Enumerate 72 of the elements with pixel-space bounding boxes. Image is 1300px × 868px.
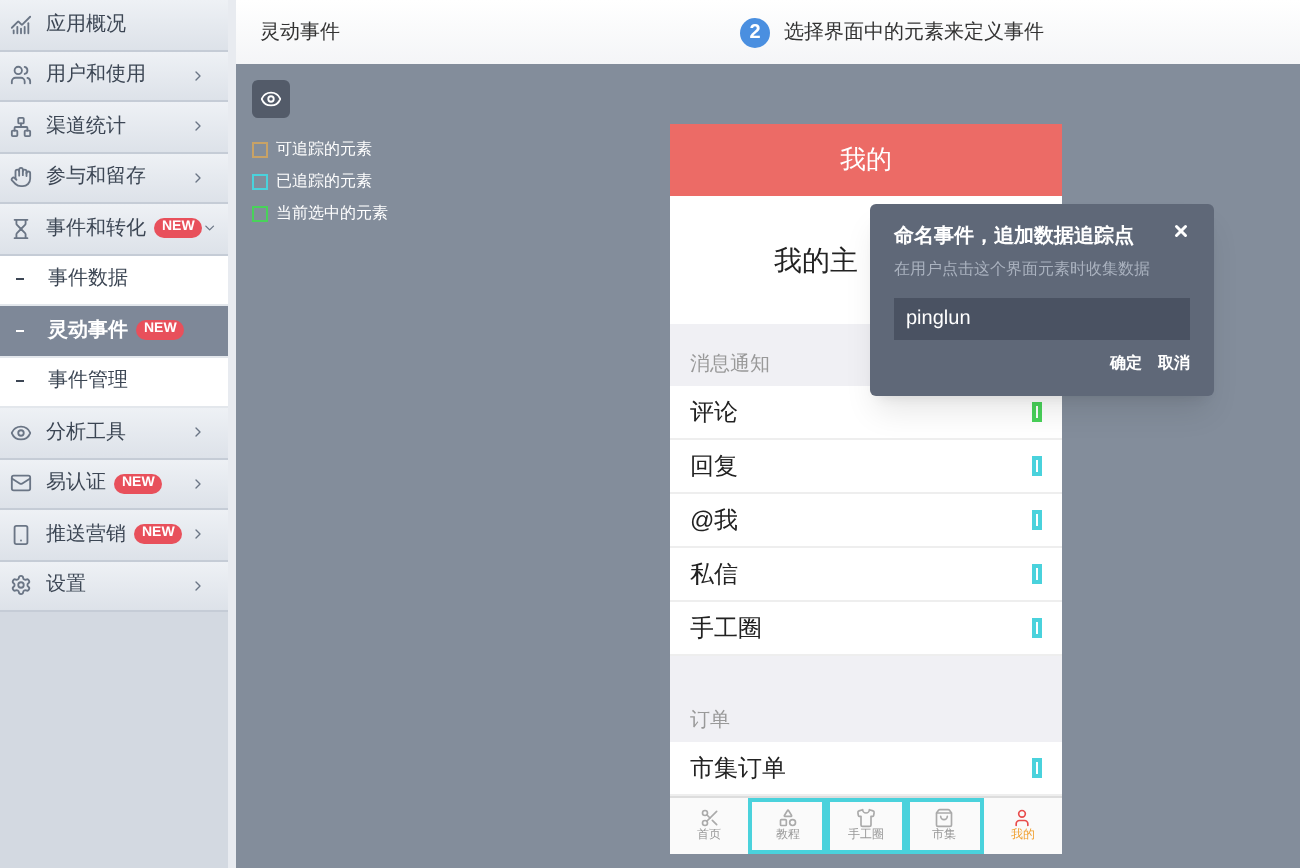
eye-icon — [10, 421, 32, 444]
dialog-button[interactable]: 取消 — [1158, 352, 1190, 376]
network-icon — [10, 115, 32, 138]
phone-title: 我的 — [840, 142, 892, 179]
sidebar-label: 事件管理 — [48, 367, 128, 397]
user-icon — [1012, 807, 1033, 827]
settings-icon — [10, 574, 32, 597]
event-name-field[interactable]: pinglun — [894, 298, 1190, 340]
sidebar-item[interactable]: 渠道统计 — [0, 102, 228, 153]
sidebar-item[interactable]: 参与和留存 — [0, 153, 228, 204]
eye-icon — [260, 88, 282, 110]
caret-icon — [190, 118, 206, 135]
mail-icon — [10, 472, 32, 495]
close-icon[interactable] — [1172, 222, 1190, 240]
sidebar-item[interactable]: 设置 — [0, 561, 228, 612]
row-label: @我 — [690, 504, 741, 538]
sidebar-item[interactable]: 用户和使用 — [0, 51, 228, 102]
users-icon — [10, 64, 32, 87]
chart-icon — [10, 13, 32, 36]
phone-icon — [10, 523, 32, 546]
legend-label: 已追踪的元素 — [276, 170, 372, 194]
menu-row[interactable]: @我 — [670, 494, 1062, 548]
menu-row[interactable]: 评论 — [670, 386, 1062, 440]
sidebar-item[interactable]: 应用概况 — [0, 0, 228, 51]
sidebar-label: 分析工具 — [46, 419, 126, 448]
sidebar-label: 易认证 — [46, 470, 106, 499]
bag-icon — [934, 807, 955, 827]
dialog-hint: 在用户点击这个界面元素时收集数据 — [894, 258, 1152, 282]
legend-label: 可追踪的元素 — [276, 138, 372, 162]
sidebar-subitem[interactable]: 事件管理 — [0, 357, 228, 408]
hourglass-icon — [10, 217, 32, 240]
sidebar-label: 参与和留存 — [46, 163, 146, 193]
caret-icon — [190, 169, 206, 186]
caret-icon — [190, 526, 206, 543]
row-label: 回复 — [690, 450, 740, 484]
menu-row[interactable]: 市集订单 — [670, 742, 1062, 796]
sidebar-label: 用户和使用 — [46, 61, 146, 91]
section-label: 消息通知 — [690, 351, 770, 380]
sidebar-label: 推送营销 — [46, 521, 126, 550]
caret-icon — [202, 220, 218, 237]
sidebar-label: 事件数据 — [48, 265, 128, 295]
row-label: 手工圈 — [690, 612, 764, 646]
hand-icon — [10, 166, 32, 189]
step-text: 选择界面中的元素来定义事件 — [784, 19, 1044, 47]
section-label: 订单 — [690, 707, 730, 736]
shapes-icon — [777, 807, 798, 827]
legend-label: 当前选中的元素 — [276, 202, 388, 226]
sidebar-label: 应用概况 — [46, 11, 126, 40]
menu-row[interactable]: 回复 — [670, 440, 1062, 494]
sidebar-subitem[interactable]: 事件数据 — [0, 255, 228, 306]
sidebar-item[interactable]: 分析工具 — [0, 408, 228, 459]
row-label: 私信 — [690, 558, 740, 592]
caret-icon — [190, 67, 206, 84]
sidebar-label: 事件和转化 — [46, 215, 146, 244]
step-number: 2 — [740, 17, 770, 47]
sidebar-label: 设置 — [46, 571, 86, 601]
menu-row[interactable]: 手工圈 — [670, 602, 1062, 656]
sidebar-label: 渠道统计 — [46, 113, 126, 142]
menu-row[interactable]: 私信 — [670, 548, 1062, 602]
sidebar-label: 灵动事件 — [48, 317, 128, 346]
page-title: 灵动事件 — [260, 19, 342, 47]
profile-title: 我的主 — [774, 241, 858, 279]
dialog-button[interactable]: 确定 — [1110, 352, 1142, 376]
row-label: 市集订单 — [690, 752, 788, 786]
caret-icon — [190, 475, 206, 492]
eye-button[interactable] — [252, 80, 290, 118]
caret-icon — [190, 424, 206, 441]
shirt-icon — [856, 807, 876, 827]
caret-icon — [190, 577, 206, 594]
scissors-icon — [699, 807, 720, 827]
dialog-title: 命名事件，追加数据追踪点 — [894, 223, 1136, 252]
row-label: 评论 — [690, 396, 740, 430]
